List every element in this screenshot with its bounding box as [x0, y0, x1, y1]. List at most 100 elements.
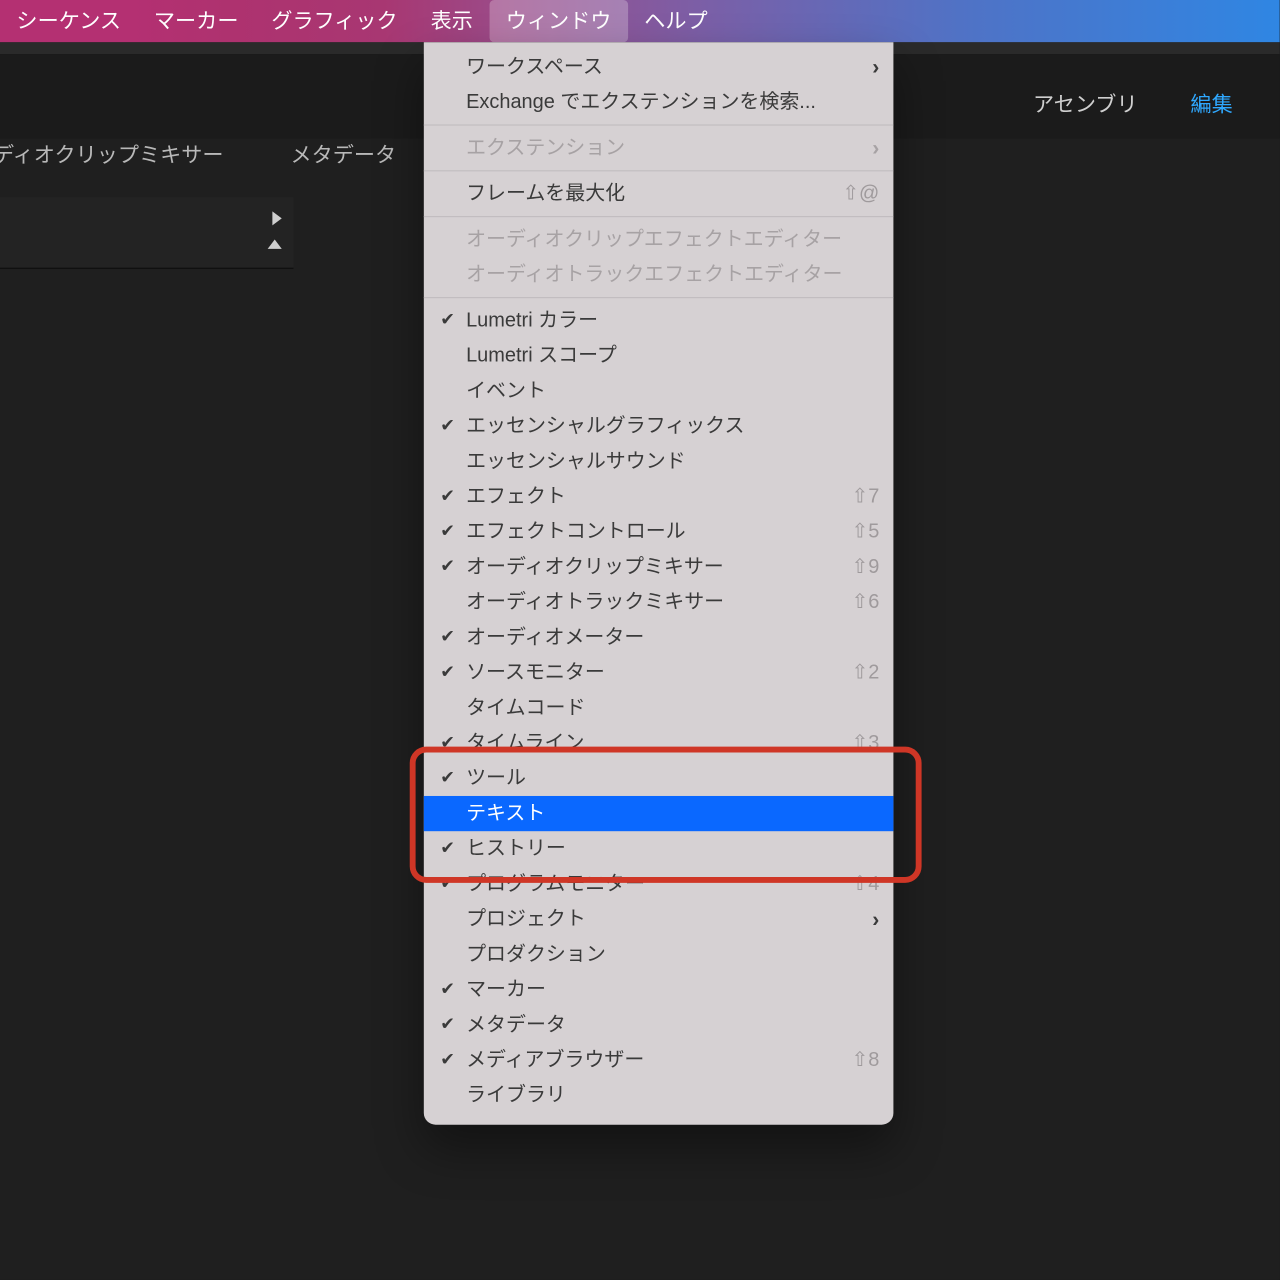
menu-help[interactable]: ヘルプ	[628, 0, 724, 42]
menu-item-events[interactable]: イベント	[424, 373, 894, 408]
check-icon: ✔	[440, 1043, 455, 1078]
menu-item-label: プロジェクト	[466, 908, 586, 930]
sub-panel	[0, 197, 294, 269]
menu-item-label: プログラムモニター	[466, 872, 645, 894]
menu-item-label: プロダクション	[466, 943, 606, 965]
menu-item-label: エフェクト	[466, 485, 566, 507]
check-icon: ✔	[440, 303, 455, 338]
menu-sequence[interactable]: シーケンス	[0, 0, 137, 42]
menu-item-essential-sound[interactable]: エッセンシャルサウンド	[424, 444, 894, 479]
check-icon: ✔	[440, 831, 455, 866]
menu-item-timecode[interactable]: タイムコード	[424, 690, 894, 725]
menu-item-production[interactable]: プロダクション	[424, 937, 894, 972]
menu-item-search-extensions[interactable]: Exchange でエクステンションを検索...	[424, 85, 894, 120]
menu-item-audio-track-effect-editor: オーディオトラックエフェクトエディター	[424, 257, 894, 292]
menu-shortcut: ⇧2	[851, 655, 879, 690]
menu-item-label: エクステンション	[466, 136, 625, 158]
menu-item-timeline[interactable]: ✔ タイムライン ⇧3	[424, 726, 894, 761]
menu-separator	[424, 297, 894, 298]
menu-item-label: Lumetri スコープ	[466, 344, 617, 366]
menu-item-maximize-frame[interactable]: フレームを最大化 ⇧@	[424, 176, 894, 211]
window-dropdown: ワークスペース › Exchange でエクステンションを検索... エクステン…	[424, 42, 894, 1124]
menu-shortcut: ⇧3	[851, 726, 879, 761]
menu-item-label: オーディオトラックミキサー	[466, 591, 724, 613]
check-icon: ✔	[440, 514, 455, 549]
menu-shortcut: ⇧5	[851, 514, 879, 549]
menu-item-label: マーカー	[466, 978, 546, 1000]
menu-shortcut: ⇧9	[851, 549, 879, 584]
menu-shortcut: ⇧6	[851, 585, 879, 620]
menu-item-source-monitor[interactable]: ✔ ソースモニター ⇧2	[424, 655, 894, 690]
menu-graphic[interactable]: グラフィック	[255, 0, 414, 42]
disclosure-up-icon[interactable]	[268, 239, 282, 248]
menu-item-label: オーディオトラックエフェクトエディター	[466, 263, 842, 285]
menu-item-label: タイムコード	[466, 696, 585, 718]
check-icon: ✔	[440, 620, 455, 655]
menu-shortcut: ⇧@	[842, 176, 879, 211]
menu-item-metadata[interactable]: ✔ メタデータ	[424, 1007, 894, 1042]
menu-item-label: イベント	[466, 379, 546, 401]
check-icon: ✔	[440, 761, 455, 796]
menu-item-label: メディアブラウザー	[466, 1048, 644, 1070]
menu-item-audio-meter[interactable]: ✔ オーディオメーター	[424, 620, 894, 655]
check-icon: ✔	[440, 1007, 455, 1042]
menu-item-media-browser[interactable]: ✔ メディアブラウザー ⇧8	[424, 1043, 894, 1078]
menu-item-workspace[interactable]: ワークスペース ›	[424, 49, 894, 84]
menu-shortcut: ⇧4	[851, 866, 879, 901]
menu-item-extensions: エクステンション ›	[424, 130, 894, 165]
disclosure-right-icon[interactable]	[272, 211, 281, 225]
menu-item-label: オーディオクリップエフェクトエディター	[466, 228, 842, 250]
menu-item-audio-clip-effect-editor: オーディオクリップエフェクトエディター	[424, 222, 894, 257]
chevron-right-icon: ›	[872, 49, 879, 84]
check-icon: ✔	[440, 549, 455, 584]
menu-item-text[interactable]: テキスト	[424, 796, 894, 831]
menu-marker[interactable]: マーカー	[137, 0, 254, 42]
menu-view[interactable]: 表示	[414, 0, 489, 42]
menu-item-label: Lumetri カラー	[466, 309, 598, 331]
menu-item-lumetri-color[interactable]: ✔ Lumetri カラー	[424, 303, 894, 338]
menu-item-label: エッセンシャルグラフィックス	[466, 414, 744, 436]
check-icon: ✔	[440, 866, 455, 901]
panel-tab-metadata[interactable]: メタデータ	[290, 139, 396, 170]
menu-item-program-monitor[interactable]: ✔ プログラムモニター ⇧4	[424, 866, 894, 901]
menu-item-label: オーディオクリップミキサー	[466, 555, 724, 577]
menu-item-label: オーディオメーター	[466, 626, 644, 648]
menu-item-project[interactable]: プロジェクト ›	[424, 902, 894, 937]
menu-item-label: ヒストリー	[466, 837, 566, 859]
panel-tab-audio-clip-mixer[interactable]: ーディオクリップミキサー	[0, 139, 224, 170]
menu-item-label: ライブラリ	[466, 1084, 566, 1106]
menu-item-label: ソースモニター	[466, 661, 605, 683]
menu-item-effects[interactable]: ✔ エフェクト ⇧7	[424, 479, 894, 514]
menu-item-effect-controls[interactable]: ✔ エフェクトコントロール ⇧5	[424, 514, 894, 549]
check-icon: ✔	[440, 726, 455, 761]
menu-item-lumetri-scope[interactable]: Lumetri スコープ	[424, 338, 894, 373]
menu-shortcut: ⇧8	[851, 1043, 879, 1078]
workspace-assembly[interactable]: アセンブリ	[1033, 88, 1138, 119]
menu-shortcut: ⇧7	[851, 479, 879, 514]
menu-item-label: フレームを最大化	[466, 182, 625, 204]
menu-item-label: Exchange でエクステンションを検索...	[466, 90, 816, 112]
menu-item-label: エフェクトコントロール	[466, 520, 686, 542]
menu-item-label: メタデータ	[466, 1013, 566, 1035]
menu-item-label: エッセンシャルサウンド	[466, 450, 686, 472]
chevron-right-icon: ›	[872, 130, 879, 165]
workspace-links: アセンブリ 編集	[1033, 88, 1280, 119]
chevron-right-icon: ›	[872, 902, 879, 937]
menu-separator	[424, 170, 894, 171]
menu-window[interactable]: ウィンドウ	[489, 0, 628, 42]
menu-item-label: ツール	[466, 767, 526, 789]
menu-item-audio-track-mixer[interactable]: オーディオトラックミキサー ⇧6	[424, 585, 894, 620]
check-icon: ✔	[440, 655, 455, 690]
check-icon: ✔	[440, 972, 455, 1007]
menu-item-essential-graphics[interactable]: ✔ エッセンシャルグラフィックス	[424, 409, 894, 444]
menu-item-markers[interactable]: ✔ マーカー	[424, 972, 894, 1007]
workspace-edit[interactable]: 編集	[1190, 88, 1232, 119]
menu-item-tools[interactable]: ✔ ツール	[424, 761, 894, 796]
menu-item-library[interactable]: ライブラリ	[424, 1078, 894, 1113]
menu-item-history[interactable]: ✔ ヒストリー	[424, 831, 894, 866]
menu-separator	[424, 124, 894, 125]
menu-separator	[424, 216, 894, 217]
check-icon: ✔	[440, 409, 455, 444]
check-icon: ✔	[440, 479, 455, 514]
menu-item-audio-clip-mixer[interactable]: ✔ オーディオクリップミキサー ⇧9	[424, 549, 894, 584]
